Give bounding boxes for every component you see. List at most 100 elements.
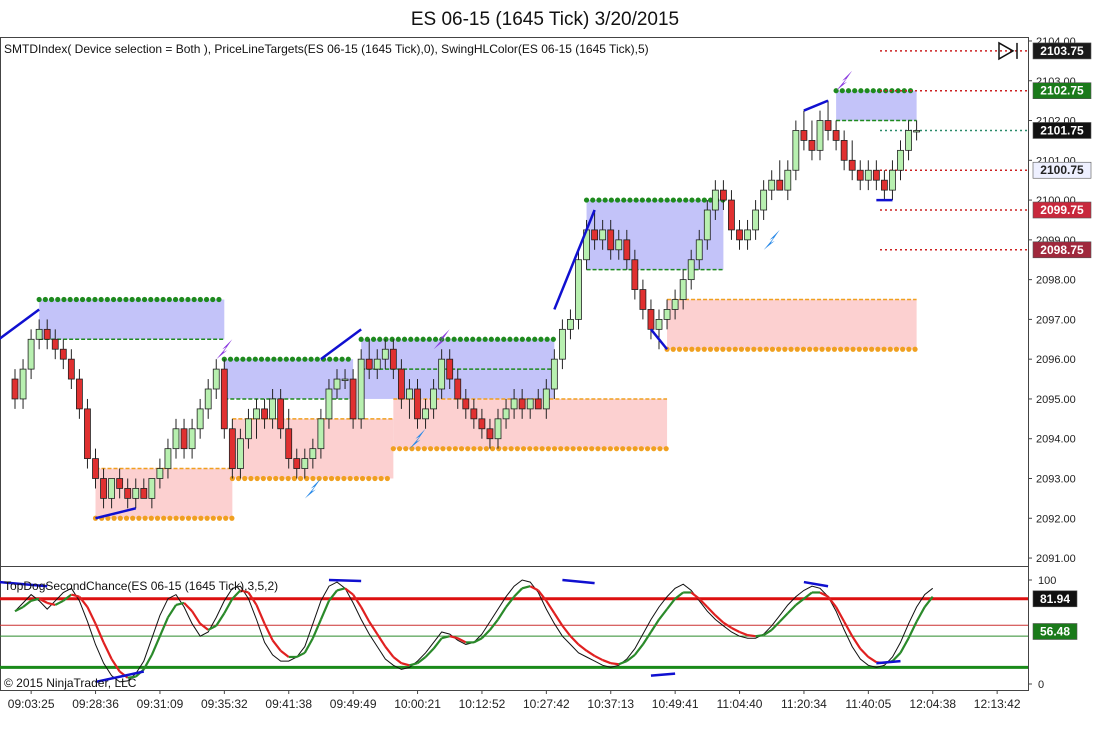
candle-body <box>784 169 792 191</box>
zone-dot <box>582 446 589 452</box>
zone-dot <box>670 197 676 203</box>
zone-dot <box>732 346 738 352</box>
zone-dot <box>533 446 539 452</box>
zone-dot <box>608 197 614 203</box>
time-tick-label: 12:13:42 <box>974 697 1021 711</box>
candle-body <box>736 229 743 241</box>
zone-dot <box>204 515 210 521</box>
candle-body <box>317 418 325 450</box>
zone-dot <box>458 446 465 452</box>
zone-dot <box>345 356 351 362</box>
time-tick-label: 10:49:41 <box>652 697 699 711</box>
zone-dot <box>445 336 451 342</box>
candle-body <box>204 388 212 410</box>
candle-body <box>341 378 349 381</box>
zone-dot <box>507 336 513 342</box>
candle-body <box>703 209 711 241</box>
candle-body <box>373 358 381 370</box>
osc-level-tag-label: 56.48 <box>1040 625 1070 639</box>
price-tick-label: 2096.00 <box>1036 354 1076 366</box>
indicator-label: SMTDIndex( Device selection = Both ), Pr… <box>4 42 649 56</box>
zone-dot <box>664 197 670 203</box>
zone-dot <box>544 336 550 342</box>
zone-dot <box>912 346 918 352</box>
candle-body <box>760 189 768 211</box>
zone-dot <box>701 346 707 352</box>
candle-body <box>752 209 759 231</box>
zone-dot <box>596 197 602 203</box>
zone-dot <box>203 296 210 303</box>
zone-dot <box>676 197 683 203</box>
zone-dot <box>42 296 48 303</box>
zone-dot <box>234 356 240 362</box>
zone-dot <box>470 336 476 342</box>
zone-dot <box>409 446 415 452</box>
zone-dot <box>862 346 869 352</box>
zone-dot <box>558 446 564 452</box>
zone-dot <box>658 197 664 203</box>
candle-body <box>349 378 357 420</box>
price-tag-label: 2102.75 <box>1040 84 1084 98</box>
zone-dot <box>621 197 627 203</box>
candle-body <box>768 179 776 191</box>
candle-body <box>236 438 244 469</box>
price-tick-label: 2095.00 <box>1036 394 1076 406</box>
zone-dot <box>36 296 42 303</box>
candle-body <box>365 358 373 370</box>
zone-dot <box>258 356 265 362</box>
candle-body <box>11 378 19 400</box>
candle-body <box>188 428 196 450</box>
zone-dot <box>198 515 204 521</box>
osc-tick-label: 0 <box>1038 679 1044 691</box>
zone-dot <box>358 336 364 342</box>
zone-dot <box>333 356 339 362</box>
price-tag-label: 2099.75 <box>1040 203 1084 217</box>
zone-dot <box>92 296 98 303</box>
zone-dot <box>353 475 359 482</box>
zone-dot <box>483 446 489 452</box>
zone-dot <box>695 197 701 203</box>
zone-dot <box>875 346 881 352</box>
candle-body <box>245 418 252 440</box>
zone-dot <box>819 346 825 352</box>
osc-level-tag-label: 81.94 <box>1040 592 1070 606</box>
candle-body <box>478 418 486 430</box>
candle-body <box>269 398 277 420</box>
zone-dot <box>372 475 378 482</box>
candle-body <box>446 358 454 380</box>
candle-body <box>872 169 880 181</box>
candle-body <box>27 338 35 370</box>
zone-dot <box>148 296 154 303</box>
zone-dot <box>296 356 302 362</box>
candle-body <box>325 388 333 420</box>
candle-body <box>816 120 824 151</box>
zone-dot <box>794 346 800 352</box>
candle-body <box>881 179 888 191</box>
zone-dot <box>763 346 769 352</box>
candle-body <box>631 259 639 290</box>
price-tag-label: 2098.75 <box>1040 243 1084 257</box>
candle-body <box>663 309 671 320</box>
zone-dot <box>726 346 732 352</box>
zone-dot <box>55 296 61 303</box>
candle-body <box>196 408 204 430</box>
zone-dot <box>551 446 558 452</box>
zone-dot <box>98 296 104 303</box>
zone-dot <box>451 336 457 342</box>
zone-dot <box>452 446 458 452</box>
zone-dot <box>141 296 148 303</box>
zone-dot <box>160 296 166 303</box>
candle-body <box>285 428 293 460</box>
oscillator-series-segment <box>610 662 619 666</box>
zone-dot <box>720 346 726 352</box>
time-tick-label: 09:03:25 <box>8 697 55 711</box>
zone-dot <box>856 346 862 352</box>
candle-body <box>164 448 172 469</box>
zone-dot <box>489 446 496 452</box>
candle-body <box>510 398 518 410</box>
zone-dot <box>377 336 383 342</box>
zone-dot <box>421 446 427 452</box>
zone-dot <box>308 356 314 362</box>
zone-dot <box>663 446 669 452</box>
zone-dot <box>252 356 258 362</box>
